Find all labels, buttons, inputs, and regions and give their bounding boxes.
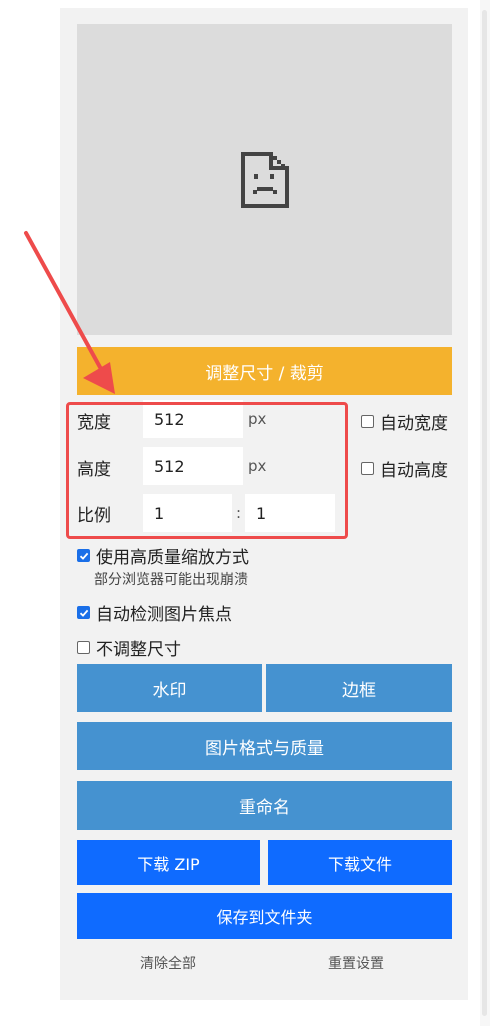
clear-all-link[interactable]: 清除全部 bbox=[140, 953, 196, 973]
check-icon bbox=[79, 552, 88, 560]
scrollbar-thumb[interactable] bbox=[482, 10, 487, 1016]
download-files-button[interactable]: 下载文件 bbox=[268, 840, 452, 885]
reset-settings-link[interactable]: 重置设置 bbox=[328, 953, 384, 973]
auto-focus-box[interactable] bbox=[77, 606, 90, 619]
format-quality-button[interactable]: 图片格式与质量 bbox=[77, 722, 452, 770]
border-button[interactable]: 边框 bbox=[266, 664, 452, 712]
auto-focus-checkbox[interactable]: 自动检测图片焦点 bbox=[77, 600, 232, 625]
auto-height-checkbox[interactable]: 自动高度 bbox=[361, 456, 448, 481]
auto-height-box[interactable] bbox=[361, 462, 374, 475]
no-resize-box[interactable] bbox=[77, 641, 90, 654]
auto-width-checkbox[interactable]: 自动宽度 bbox=[361, 409, 448, 434]
rename-button[interactable]: 重命名 bbox=[77, 781, 452, 830]
download-zip-button[interactable]: 下载 ZIP bbox=[77, 840, 260, 885]
red-arrow-icon bbox=[24, 231, 115, 394]
auto-width-box[interactable] bbox=[361, 415, 374, 428]
auto-focus-label: 自动检测图片焦点 bbox=[96, 605, 232, 625]
watermark-button[interactable]: 水印 bbox=[77, 664, 262, 712]
high-quality-box[interactable] bbox=[77, 549, 90, 562]
auto-width-label: 自动宽度 bbox=[380, 414, 448, 434]
high-quality-checkbox[interactable]: 使用高质量缩放方式 bbox=[77, 543, 249, 568]
auto-height-label: 自动高度 bbox=[380, 461, 448, 481]
save-to-folder-button[interactable]: 保存到文件夹 bbox=[77, 893, 452, 939]
high-quality-note: 部分浏览器可能出现崩溃 bbox=[94, 572, 248, 588]
broken-image-icon bbox=[240, 151, 289, 208]
check-icon bbox=[79, 609, 88, 617]
high-quality-label: 使用高质量缩放方式 bbox=[96, 548, 249, 568]
no-resize-checkbox[interactable]: 不调整尺寸 bbox=[77, 635, 181, 660]
no-resize-label: 不调整尺寸 bbox=[96, 640, 181, 660]
highlight-box bbox=[66, 402, 348, 539]
